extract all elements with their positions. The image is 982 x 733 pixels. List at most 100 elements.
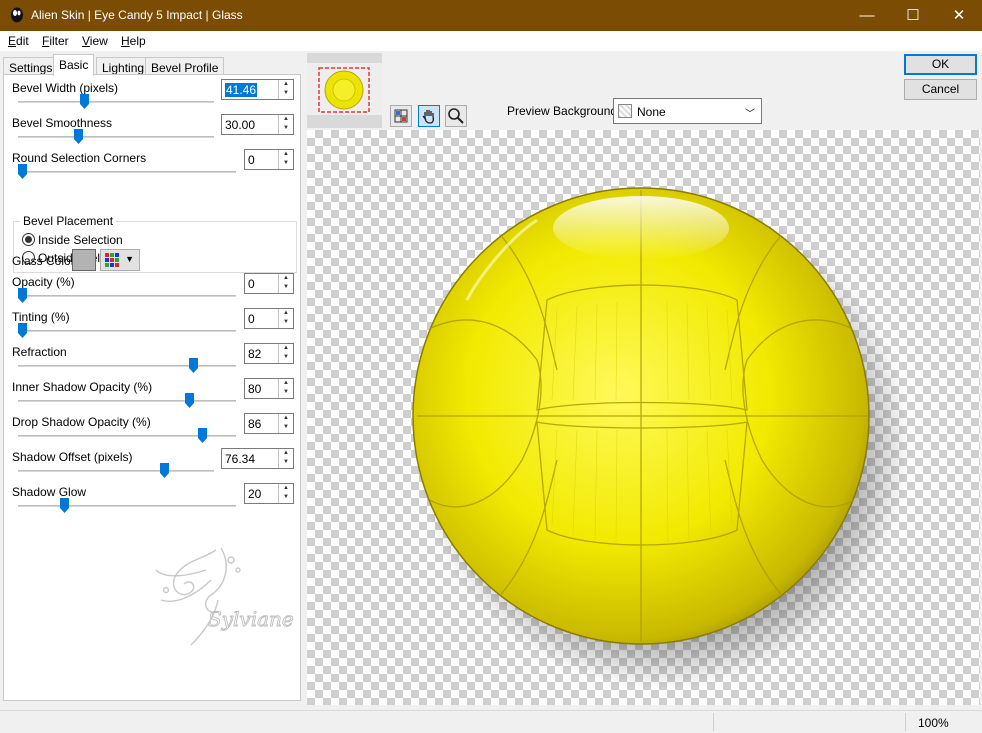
cancel-button[interactable]: Cancel [904,79,977,100]
menu-help[interactable]: Help [121,34,146,48]
slider-thumb[interactable] [18,164,27,179]
round-corners-spinbox[interactable]: 0 ▲ ▼ [244,149,294,170]
inner-shadow-opacity-spin-arrows[interactable]: ▲ ▼ [278,379,293,398]
bevel-smoothness-spinbox[interactable]: 30.00 ▲ ▼ [221,114,294,135]
watermark-signature-text: Sylviane [208,607,294,631]
glass-sphere-preview-image [412,187,911,690]
menu-bar: Edit Filter View Help [0,31,982,51]
shadow-glow-spinbox[interactable]: 20 ▲ ▼ [244,483,294,504]
color-grid-icon [105,253,119,267]
slider-thumb[interactable] [18,323,27,338]
bevel-width-slider[interactable] [18,101,214,103]
tinting-label: Tinting (%) [12,310,70,324]
slider-thumb[interactable] [197,428,207,443]
ok-button[interactable]: OK [904,54,977,75]
close-button[interactable]: ✕ [936,0,982,31]
drop-shadow-opacity-spin-arrows[interactable]: ▲ ▼ [278,414,293,433]
status-divider [713,713,714,731]
menu-view[interactable]: View [82,34,108,48]
tab-basic[interactable]: Basic [53,54,95,76]
tinting-value[interactable]: 0 [248,312,255,326]
bevel-width-spinbox[interactable]: 41.46 ▲ ▼ [221,79,294,100]
sylviane-watermark-logo: Sylviane [155,547,294,646]
window-title: Alien Skin | Eye Candy 5 Impact | Glass [31,8,243,22]
bevel-smoothness-spin-arrows[interactable]: ▲ ▼ [278,115,293,134]
inner-shadow-opacity-value[interactable]: 80 [248,382,261,396]
status-bar: 100% [0,710,982,733]
inner-shadow-opacity-spinbox[interactable]: 80 ▲ ▼ [244,378,294,399]
bevel-smoothness-label: Bevel Smoothness [12,116,113,130]
slider-thumb[interactable] [160,463,170,478]
bevel-smoothness-value[interactable]: 30.00 [225,118,255,132]
shadow-glow-label: Shadow Glow [12,485,87,499]
preview-canvas[interactable] [307,130,980,705]
bevel-width-label: Bevel Width (pixels) [12,81,119,95]
opacity-value[interactable]: 0 [248,277,255,291]
slider-thumb[interactable] [59,498,69,513]
round-corners-label: Round Selection Corners [12,151,147,165]
menu-view-label: iew [89,34,108,48]
menu-edit-mnemonic: E [8,34,17,48]
hand-tool-button[interactable] [418,105,440,127]
inner-shadow-opacity-slider[interactable] [18,400,236,402]
slider-thumb[interactable] [185,393,195,408]
inside-selection-label[interactable]: Inside Selection [38,233,123,247]
preview-background-value: None [637,105,666,119]
refraction-value[interactable]: 82 [248,347,261,361]
round-corners-slider[interactable] [18,171,236,173]
shadow-glow-spin-arrows[interactable]: ▲ ▼ [278,484,293,503]
refraction-spinbox[interactable]: 82 ▲ ▼ [244,343,294,364]
tinting-slider[interactable] [18,330,236,332]
refraction-slider[interactable] [18,365,236,367]
glass-color-swatch[interactable] [72,249,96,271]
opacity-label: Opacity (%) [12,275,75,289]
shadow-glow-slider[interactable] [18,505,236,507]
hand-icon [422,110,435,124]
title-bar: Alien Skin | Eye Candy 5 Impact | Glass … [0,0,982,31]
preview-background-label: Preview Background: [507,104,621,118]
slider-thumb[interactable] [189,358,199,373]
opacity-spin-arrows[interactable]: ▲ ▼ [278,274,293,293]
shadow-offset-label: Shadow Offset (pixels) [12,450,133,464]
status-divider [905,713,906,731]
shadow-offset-value[interactable]: 76.34 [225,452,255,466]
chevron-down-icon: ﹀ [745,109,755,120]
drop-shadow-opacity-label: Drop Shadow Opacity (%) [12,415,151,429]
drop-shadow-opacity-spinbox[interactable]: 86 ▲ ▼ [244,413,294,434]
refraction-label: Refraction [12,345,67,359]
drop-shadow-opacity-value[interactable]: 86 [248,417,261,431]
bevel-smoothness-slider[interactable] [18,136,214,138]
menu-filter[interactable]: Filter [42,34,69,48]
bevel-width-spin-arrows[interactable]: ▲ ▼ [278,80,293,99]
opacity-spinbox[interactable]: 0 ▲ ▼ [244,273,294,294]
glass-color-picker-button[interactable]: ▼ [100,249,140,271]
slider-thumb[interactable] [74,129,84,144]
tinting-spin-arrows[interactable]: ▲ ▼ [278,309,293,328]
refraction-spin-arrows[interactable]: ▲ ▼ [278,344,293,363]
bevel-placement-legend: Bevel Placement [20,214,117,228]
transparency-icon [618,104,632,118]
slider-thumb[interactable] [18,288,27,303]
alien-skin-app-icon[interactable] [10,7,24,23]
bevel-width-value[interactable]: 41.46 [225,83,258,97]
navigator-thumbnail[interactable] [307,53,382,128]
round-corners-value[interactable]: 0 [248,153,255,167]
round-corners-spin-arrows[interactable]: ▲ ▼ [278,150,293,169]
maximize-button[interactable]: ☐ [890,0,936,31]
minimize-button[interactable]: — [844,0,890,31]
shadow-offset-slider[interactable] [18,470,214,472]
slider-thumb[interactable] [79,94,89,109]
menu-filter-label: ilter [49,34,69,48]
shadow-offset-spin-arrows[interactable]: ▲ ▼ [278,449,293,468]
shadow-glow-value[interactable]: 20 [248,487,261,501]
opacity-slider[interactable] [18,295,236,297]
shadow-offset-spinbox[interactable]: 76.34 ▲ ▼ [221,448,294,469]
preview-background-select[interactable]: None ﹀ [613,98,762,124]
menu-view-mnemonic: V [82,34,90,48]
menu-edit[interactable]: Edit [8,34,29,48]
inner-shadow-opacity-label: Inner Shadow Opacity (%) [12,380,153,394]
tinting-spinbox[interactable]: 0 ▲ ▼ [244,308,294,329]
zoom-tool-button[interactable] [445,105,467,127]
preview-toggle-button[interactable] [390,105,412,127]
inside-selection-radio[interactable] [22,233,35,246]
